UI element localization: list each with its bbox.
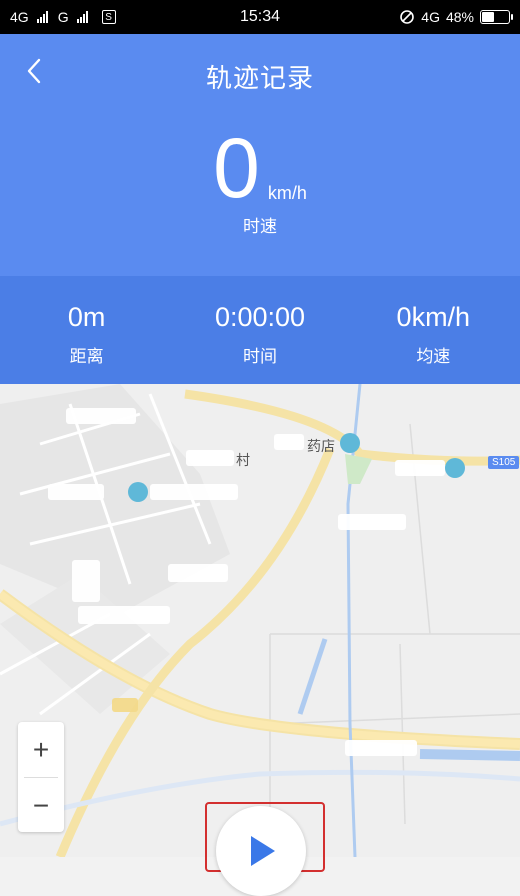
page-title: 轨迹记录 (205, 63, 314, 93)
obscured-label (78, 606, 170, 624)
battery-icon (480, 10, 513, 24)
stat-distance: 0m 距离 (0, 276, 173, 384)
road-tag: S105 (488, 456, 520, 469)
signal-icon (36, 11, 48, 23)
stat-time: 0:00:00 时间 (173, 276, 346, 384)
stat-distance-value: 0m (67, 302, 106, 332)
obscured-label (150, 484, 238, 500)
obscured-label (72, 560, 100, 602)
speed-label: 时速 (243, 217, 277, 236)
status-bar: 4G G S 15:34 4G 48% (0, 0, 520, 34)
obscured-label (274, 434, 304, 450)
poi-label-pharmacy: 药店 (307, 438, 335, 454)
signal-icon (76, 11, 88, 23)
network-label-g: G (57, 9, 69, 25)
obscured-label (345, 740, 417, 756)
obscured-label (338, 514, 406, 530)
stat-avg-speed-value: 0km/h (396, 302, 471, 332)
stat-time-label: 时间 (242, 347, 277, 366)
obscured-label (112, 698, 138, 712)
zoom-control: + − (18, 722, 64, 832)
battery-percent: 48% (445, 9, 474, 25)
start-track-button[interactable] (216, 806, 306, 896)
stats-bar: 0m 距离 0:00:00 时间 0km/h 均速 (0, 276, 520, 384)
speed-unit: km/h (267, 183, 307, 203)
sim-icon: S (101, 10, 116, 24)
obscured-label (66, 408, 136, 424)
status-left: 4G G S (10, 9, 116, 25)
network-label-4g-right: 4G (421, 9, 440, 25)
obscured-label (168, 564, 228, 582)
zoom-in-button[interactable]: + (18, 722, 64, 777)
speed-value: 0 (213, 121, 260, 215)
stat-avg-speed: 0km/h 均速 (347, 276, 520, 384)
stat-time-value: 0:00:00 (214, 302, 306, 332)
zoom-out-button[interactable]: − (18, 778, 64, 833)
poi-label-village: 村 (236, 452, 250, 468)
status-right: 4G 48% (399, 9, 513, 25)
obscured-label (395, 460, 445, 476)
network-label-4g: 4G (10, 9, 29, 25)
stat-distance-label: 距离 (69, 347, 104, 366)
obscured-label (48, 484, 104, 500)
speed-display: 0 km/h (0, 126, 520, 210)
do-not-disturb-icon (400, 10, 415, 24)
obscured-label (186, 450, 234, 466)
play-icon (251, 836, 275, 866)
track-header: 轨迹记录 0 km/h 时速 (0, 34, 520, 276)
map-view[interactable]: S105 药店 村 (0, 384, 520, 857)
stat-avg-speed-label: 均速 (416, 347, 451, 366)
